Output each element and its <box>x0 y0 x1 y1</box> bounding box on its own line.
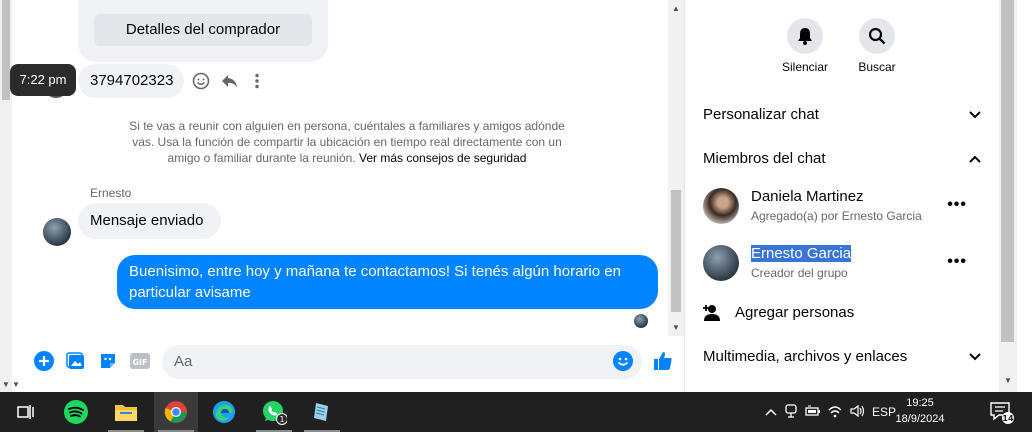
more-options-icon[interactable]: ••• <box>947 253 967 271</box>
buyer-card: Detalles del comprador <box>78 0 328 62</box>
gallery-icon[interactable] <box>65 350 87 372</box>
mute-button[interactable]: Silenciar <box>775 18 835 74</box>
search-button[interactable]: Buscar <box>847 18 907 74</box>
taskbar: 1 ESP 19:25 18/9/2024 14 <box>0 392 1032 432</box>
whatsapp-badge: 1 <box>279 415 284 424</box>
chevron-down-icon <box>967 103 983 127</box>
panel-scrollbar[interactable]: ▼ <box>999 0 1017 392</box>
ernesto-avatar[interactable] <box>43 218 71 246</box>
chat-members-label: Miembros del chat <box>703 150 826 167</box>
seen-indicator-avatar <box>634 314 648 328</box>
window-edge <box>1017 0 1032 392</box>
reply-icon[interactable] <box>220 72 238 90</box>
chevron-up-icon <box>967 147 983 171</box>
message-bubble-phone[interactable]: 3794702323 <box>78 64 184 98</box>
volume-icon[interactable] <box>846 404 868 421</box>
task-view-icon[interactable] <box>4 392 48 432</box>
file-explorer-icon[interactable] <box>104 392 148 432</box>
more-options-icon[interactable]: ••• <box>947 196 967 214</box>
add-person-icon <box>703 304 723 322</box>
sticker-icon[interactable] <box>97 350 119 372</box>
emoji-icon[interactable] <box>612 350 634 372</box>
composer: GIF Aa <box>26 340 686 384</box>
customize-chat-row[interactable]: Personalizar chat <box>703 103 983 127</box>
member-subtitle: Creador del grupo <box>751 266 848 280</box>
chat-scroll-up-icon[interactable]: ▲ <box>668 4 684 13</box>
wifi-icon[interactable] <box>824 404 846 421</box>
battery-icon[interactable] <box>802 405 824 420</box>
scroll-down-small-icon[interactable]: ▼ <box>12 380 20 389</box>
gif-icon[interactable]: GIF <box>129 350 151 372</box>
message-bubble-sent[interactable]: Buenisimo, entre hoy y mañana te contact… <box>117 255 658 309</box>
media-files-row[interactable]: Multimedia, archivos y enlaces <box>703 345 983 369</box>
chat-scroll-down-icon[interactable]: ▼ <box>668 323 684 332</box>
member-name: Daniela Martinez <box>751 188 864 205</box>
safety-tips-link[interactable]: Ver más consejos de seguridad <box>359 151 526 165</box>
chevron-up-tray-icon[interactable] <box>762 405 780 419</box>
chat-scrollbar[interactable]: ▲ ▼ <box>668 0 684 336</box>
notepad-icon[interactable] <box>300 392 344 432</box>
chat-thread: Detalles del comprador 7:22 pm 379470232… <box>10 0 672 392</box>
chevron-down-icon <box>967 345 983 369</box>
react-emoji-icon[interactable] <box>192 72 210 90</box>
member-row-daniela[interactable]: Daniela Martinez Agregado(a) por Ernesto… <box>703 188 983 228</box>
system-tray: ESP <box>762 392 900 432</box>
notification-count: 14 <box>1002 414 1014 423</box>
notifications-icon: 14 <box>990 402 1014 424</box>
search-label: Buscar <box>858 60 896 74</box>
member-row-ernesto[interactable]: Ernesto Garcia Creador del grupo ••• <box>703 245 983 285</box>
bell-icon <box>787 18 823 54</box>
sender-name: Ernesto <box>90 186 132 200</box>
chat-members-row[interactable]: Miembros del chat <box>703 147 983 171</box>
safety-notice: Si te vas a reunir con alguien en person… <box>122 118 572 166</box>
spotify-icon[interactable] <box>54 392 98 432</box>
member-name-selected: Ernesto Garcia <box>751 245 852 262</box>
search-icon <box>859 18 895 54</box>
mute-label: Silenciar <box>781 60 829 74</box>
whatsapp-icon[interactable]: 1 <box>252 392 296 432</box>
svg-text:GIF: GIF <box>132 358 147 367</box>
timestamp-tooltip: 7:22 pm <box>10 64 76 96</box>
avatar[interactable] <box>703 245 739 281</box>
panel-scroll-down-icon[interactable]: ▼ <box>999 376 1017 385</box>
message-actions <box>192 70 266 92</box>
outer-scrollbar[interactable]: ▼ <box>0 0 12 392</box>
member-name: Ernesto Garcia <box>751 245 852 262</box>
add-people-label: Agregar personas <box>735 304 855 321</box>
clock[interactable]: 19:25 18/9/2024 <box>890 395 950 427</box>
clock-time: 19:25 <box>906 397 934 409</box>
customize-chat-label: Personalizar chat <box>703 106 819 123</box>
avatar[interactable] <box>703 188 739 224</box>
clock-date: 18/9/2024 <box>895 413 945 425</box>
media-files-label: Multimedia, archivos y enlaces <box>703 348 908 365</box>
buyer-details-button[interactable]: Detalles del comprador <box>94 14 312 46</box>
notification-center[interactable]: 14 <box>988 392 1014 432</box>
add-plus-icon[interactable] <box>33 350 55 372</box>
like-thumbs-up-icon[interactable] <box>652 350 674 372</box>
gutter <box>12 0 26 392</box>
panel-scrollbar-thumb[interactable] <box>1001 0 1014 342</box>
member-subtitle: Agregado(a) por Ernesto Garcia <box>751 209 922 223</box>
edge-icon[interactable] <box>202 392 246 432</box>
more-options-icon[interactable] <box>248 72 266 90</box>
message-bubble-received[interactable]: Mensaje enviado <box>78 203 221 239</box>
chrome-icon[interactable] <box>154 392 198 432</box>
chat-scrollbar-thumb[interactable] <box>671 190 681 312</box>
outer-scrollbar-thumb[interactable] <box>2 0 10 100</box>
outer-hscroll[interactable]: ▼ <box>0 378 26 392</box>
meet-now-icon[interactable] <box>780 403 802 421</box>
chat-info-panel: Silenciar Buscar Personalizar chat Miemb… <box>685 0 999 392</box>
message-input[interactable]: Aa <box>162 345 642 379</box>
